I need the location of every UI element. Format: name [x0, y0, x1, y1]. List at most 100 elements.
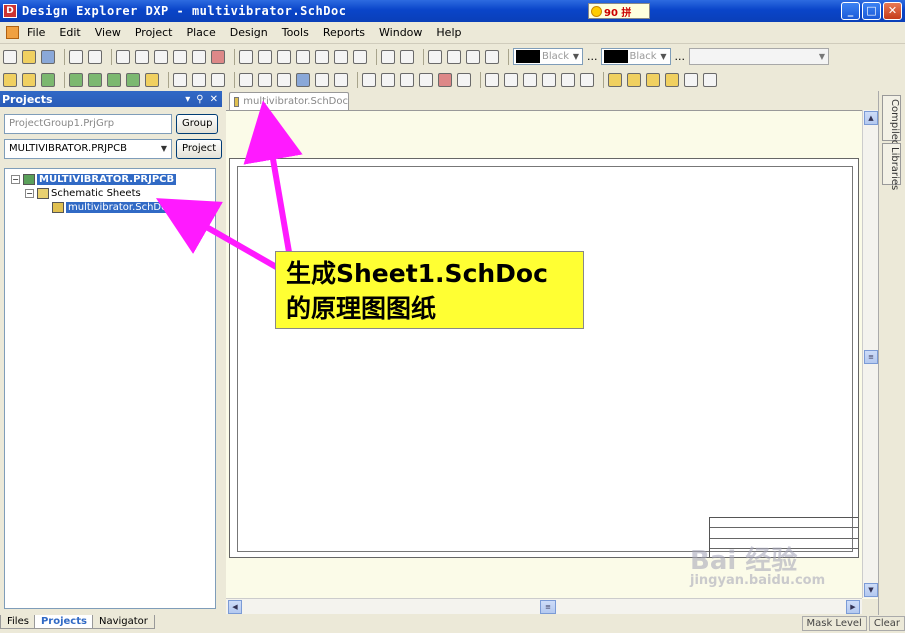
ime-indicator[interactable]: 90 拼	[588, 3, 650, 19]
deselect-icon[interactable]	[334, 49, 348, 64]
browse-icon[interactable]	[173, 72, 187, 87]
paste-icon[interactable]	[277, 49, 291, 64]
dxp-menu-icon[interactable]	[6, 26, 19, 39]
bus-entry-icon[interactable]	[277, 72, 291, 87]
polygon-icon[interactable]	[504, 72, 518, 87]
scroll-right-icon[interactable]: ▶	[846, 600, 860, 614]
menu-help[interactable]: Help	[436, 26, 461, 39]
sheet-symbol-icon[interactable]	[362, 72, 376, 87]
line-icon[interactable]	[485, 72, 499, 87]
scroll-down-icon[interactable]: ▼	[864, 583, 878, 597]
menu-file[interactable]: File	[27, 26, 45, 39]
group-icon[interactable]	[211, 72, 225, 87]
library-browse-icon[interactable]	[192, 72, 206, 87]
compile-doc-icon[interactable]	[88, 72, 102, 87]
copy-icon[interactable]	[258, 49, 272, 64]
new-icon[interactable]	[3, 49, 17, 64]
menu-window[interactable]: Window	[379, 26, 422, 39]
schematic-canvas[interactable]	[226, 110, 878, 599]
project-button[interactable]: Project	[176, 139, 223, 159]
zoom-in-icon[interactable]	[116, 49, 130, 64]
panel-close-icon[interactable]: ✕	[210, 94, 218, 105]
array-icon[interactable]	[703, 72, 717, 87]
libraries-icon[interactable]	[41, 72, 55, 87]
maximize-button[interactable]: □	[862, 2, 881, 20]
move-icon[interactable]	[353, 49, 367, 64]
panel-menu-icon[interactable]: ▾	[185, 94, 190, 105]
zoom-out-icon[interactable]	[135, 49, 149, 64]
junction-icon[interactable]	[419, 72, 433, 87]
redo-icon[interactable]	[400, 49, 414, 64]
open-doc-icon[interactable]	[22, 72, 36, 87]
save-icon[interactable]	[41, 49, 55, 64]
mask-level-button[interactable]: Mask Level	[801, 616, 867, 631]
project-select[interactable]: MULTIVIBRATOR.PRJPCB ▼	[4, 139, 172, 159]
menu-design[interactable]: Design	[230, 26, 268, 39]
clear-button[interactable]: Clear	[868, 616, 905, 631]
menu-reports[interactable]: Reports	[323, 26, 365, 39]
text-icon[interactable]	[561, 72, 575, 87]
close-button[interactable]: ✕	[883, 2, 902, 20]
arc-icon[interactable]	[523, 72, 537, 87]
pie-icon[interactable]	[665, 72, 679, 87]
port-icon[interactable]	[400, 72, 414, 87]
color-select-2[interactable]: Black ▼	[600, 48, 671, 65]
zoom-area-icon[interactable]	[173, 49, 187, 64]
minimize-button[interactable]: _	[841, 2, 860, 20]
collapse-toggle-icon[interactable]: −	[11, 175, 20, 184]
no-erc-icon[interactable]	[438, 72, 452, 87]
compile-icon[interactable]	[69, 72, 83, 87]
ellipse-icon[interactable]	[646, 72, 660, 87]
pcb-layout-icon[interactable]	[457, 72, 471, 87]
menu-edit[interactable]: Edit	[59, 26, 80, 39]
vertical-scrollbar[interactable]: ▲ ≡ ▼	[862, 110, 878, 598]
export-icon[interactable]	[145, 72, 159, 87]
pin-icon[interactable]: ⚲	[196, 94, 203, 105]
image-icon[interactable]	[684, 72, 698, 87]
bezier-icon[interactable]	[542, 72, 556, 87]
print-preview-icon[interactable]	[88, 49, 102, 64]
move-up-icon[interactable]	[126, 72, 140, 87]
tab-libraries[interactable]: Libraries	[882, 143, 901, 190]
ground-icon[interactable]	[315, 72, 329, 87]
tab-projects[interactable]: Projects	[33, 615, 94, 629]
undo-icon[interactable]	[381, 49, 395, 64]
tree-item-folder[interactable]: − Schematic Sheets	[25, 187, 141, 200]
color-select-1[interactable]: Black ▼	[513, 48, 583, 65]
print-icon[interactable]	[69, 49, 83, 64]
text-frame-icon[interactable]	[580, 72, 594, 87]
zoom-selected-icon[interactable]	[192, 49, 206, 64]
menu-tools[interactable]: Tools	[282, 26, 309, 39]
menu-project[interactable]: Project	[135, 26, 173, 39]
part-icon[interactable]	[334, 72, 348, 87]
horizontal-scrollbar[interactable]: ◀ ≡ ▶	[226, 598, 862, 614]
cut-icon[interactable]	[239, 49, 253, 64]
filter-combo[interactable]: ▼	[689, 48, 829, 65]
variant-icon[interactable]	[107, 72, 121, 87]
scroll-thumb[interactable]: ≡	[864, 350, 878, 364]
hierarchy-icon[interactable]	[428, 49, 442, 64]
zoom-fit-icon[interactable]	[154, 49, 168, 64]
round-rect-icon[interactable]	[627, 72, 641, 87]
menu-view[interactable]: View	[95, 26, 121, 39]
select-area-icon[interactable]	[315, 49, 329, 64]
component-icon[interactable]	[466, 49, 480, 64]
group-button[interactable]: Group	[176, 114, 219, 134]
tree-item-project[interactable]: − MULTIVIBRATOR.PRJPCB	[11, 173, 177, 186]
rectangle-icon[interactable]	[608, 72, 622, 87]
grid-icon[interactable]	[485, 49, 499, 64]
tab-navigator[interactable]: Navigator	[91, 615, 155, 629]
hscroll-thumb[interactable]: ≡	[540, 600, 556, 614]
cross-probe-icon[interactable]	[447, 49, 461, 64]
document-tab[interactable]: multivibrator.SchDoc	[229, 92, 349, 110]
bus-icon[interactable]	[258, 72, 272, 87]
open-icon[interactable]	[22, 49, 36, 64]
rubber-stamp-icon[interactable]	[296, 49, 310, 64]
open-project-icon[interactable]	[3, 72, 17, 87]
project-group-field[interactable]: ProjectGroup1.PrjGrp	[4, 114, 172, 134]
tab-compiled[interactable]: Compiled	[882, 95, 901, 146]
menu-place[interactable]: Place	[186, 26, 215, 39]
scroll-left-icon[interactable]: ◀	[228, 600, 242, 614]
scroll-up-icon[interactable]: ▲	[864, 111, 878, 125]
tab-files[interactable]: Files	[0, 615, 36, 629]
